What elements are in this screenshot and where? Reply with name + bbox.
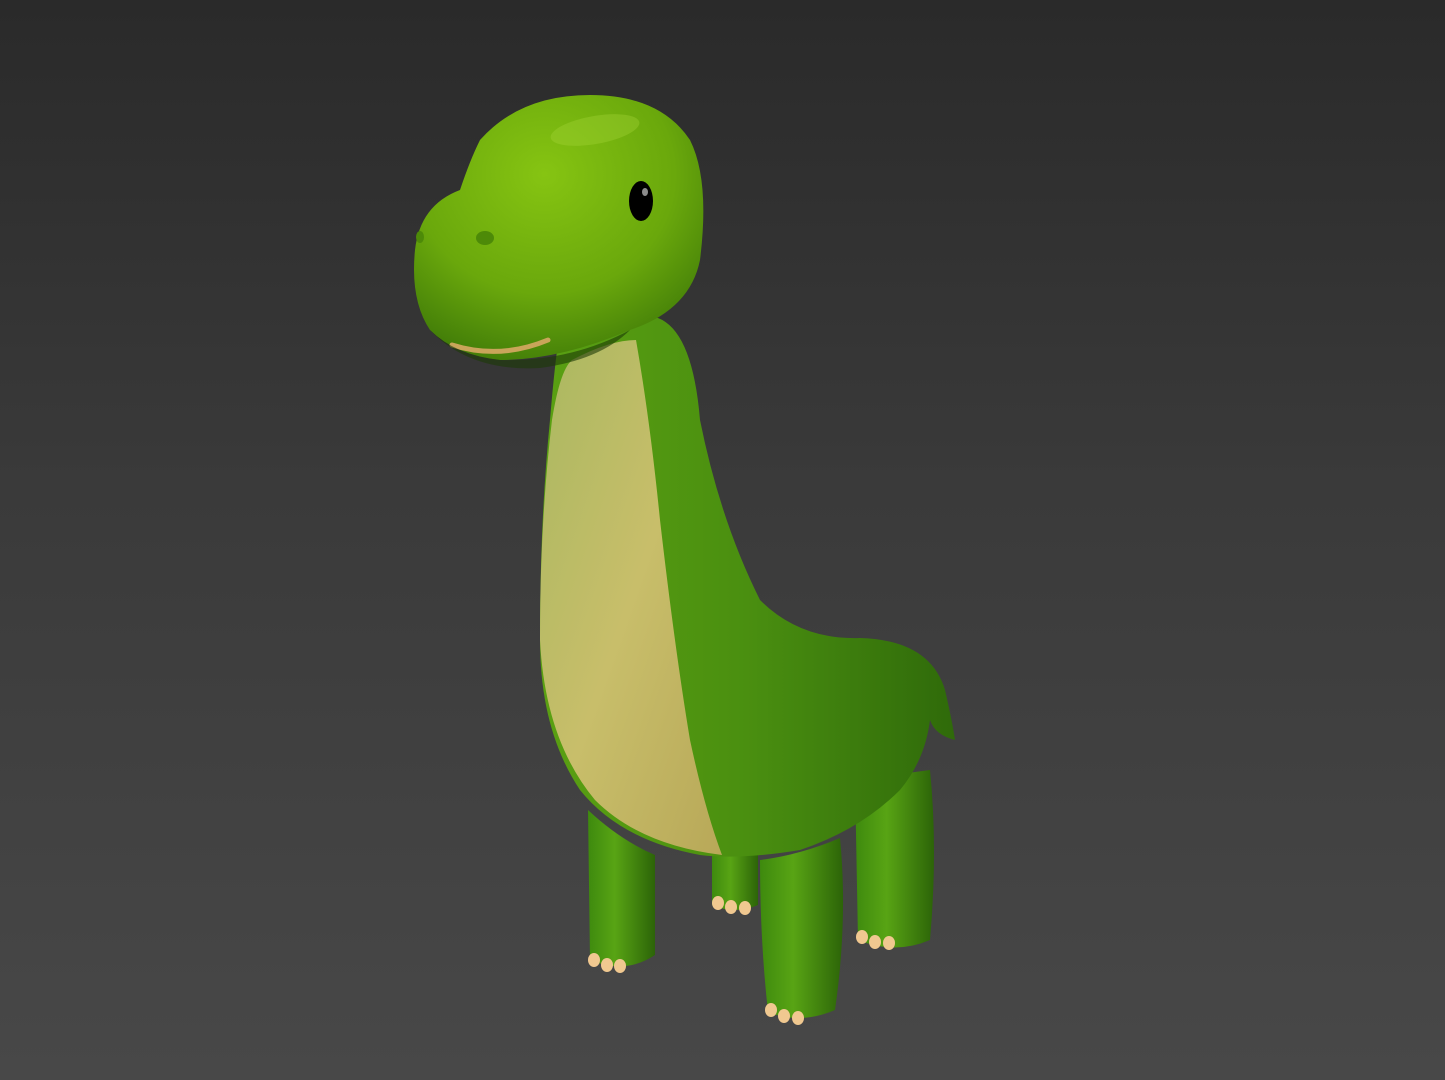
- back-left-leg: [712, 850, 758, 915]
- 3d-viewport[interactable]: [0, 0, 1445, 1080]
- nostril: [416, 231, 424, 243]
- eye-highlight: [642, 188, 648, 196]
- toe: [856, 930, 868, 944]
- toe: [614, 959, 626, 973]
- toe: [601, 958, 613, 972]
- toe: [725, 900, 737, 914]
- toe: [588, 953, 600, 967]
- toe: [778, 1009, 790, 1023]
- toe: [739, 901, 751, 915]
- dinosaur-body: [540, 315, 955, 857]
- eye: [629, 181, 653, 221]
- render-canvas: [414, 95, 955, 1025]
- toe: [883, 936, 895, 950]
- toe: [792, 1011, 804, 1025]
- toe: [712, 896, 724, 910]
- nostril: [476, 231, 494, 245]
- front-right-leg: [760, 838, 844, 1025]
- toe: [765, 1003, 777, 1017]
- toe: [869, 935, 881, 949]
